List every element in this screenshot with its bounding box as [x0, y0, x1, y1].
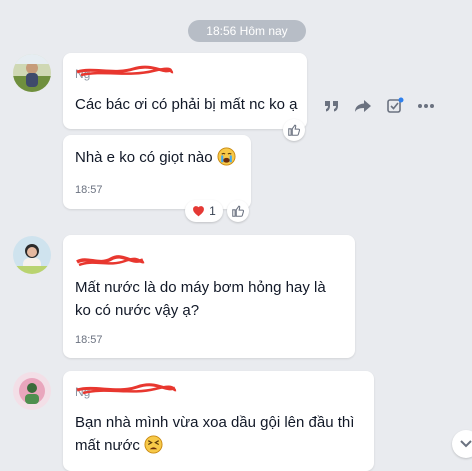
- message-time: 18:57: [75, 184, 103, 196]
- like-button[interactable]: [227, 200, 249, 222]
- message-time: 18:57: [75, 334, 103, 346]
- message-text-content: Nhà e ko có giọt nào: [75, 149, 213, 166]
- message-text-line-2: ko có nước vậy ạ?: [75, 302, 200, 319]
- message-toolbar: [322, 94, 436, 118]
- message-text-line-1: Bạn nhà mình vừa xoa dầu gội lên đầu thì: [75, 414, 355, 431]
- avatar-user-3[interactable]: [13, 372, 51, 410]
- message-text-content: mất nước: [75, 437, 140, 454]
- forward-button[interactable]: [353, 96, 373, 116]
- more-button[interactable]: [416, 96, 436, 116]
- message-bubble-3[interactable]: Mất nước là do máy bơm hỏng hay là ko có…: [63, 235, 355, 358]
- message-text-line-1: Mất nước là do máy bơm hỏng hay là: [75, 279, 326, 296]
- select-icon: [386, 97, 404, 113]
- heart-icon: [193, 206, 205, 217]
- thumbs-up-icon: [232, 205, 245, 217]
- quote-button[interactable]: [322, 96, 342, 116]
- redaction-scribble: [76, 383, 177, 395]
- message-text-line-2: mất nước: [75, 434, 163, 461]
- avatar-user-2[interactable]: [13, 236, 51, 274]
- message-bubble-4[interactable]: Ng Bạn nhà mình vừa xoa dầu gội lên đầu …: [63, 371, 374, 471]
- more-icon: [417, 104, 434, 108]
- scroll-down-button[interactable]: [452, 430, 472, 458]
- message-bubble-1[interactable]: Ng Các bác ơi có phải bị mất nc ko ạ: [63, 53, 307, 129]
- message-text: Các bác ơi có phải bị mất nc ko ạ: [75, 96, 298, 113]
- like-button[interactable]: [283, 119, 305, 141]
- select-button[interactable]: [385, 96, 405, 116]
- tired-face-emoji: [144, 435, 163, 461]
- crying-face-emoji: [217, 147, 236, 173]
- message-text: Nhà e ko có giọt nào: [75, 146, 236, 173]
- forward-icon: [355, 100, 372, 112]
- avatar-user-1[interactable]: [13, 54, 51, 92]
- thumbs-up-icon: [288, 124, 301, 136]
- reaction-chip[interactable]: 1: [185, 200, 223, 222]
- date-separator: 18:56 Hôm nay: [188, 20, 306, 42]
- reaction-count: 1: [209, 204, 216, 218]
- redaction-scribble: [76, 65, 174, 77]
- chevron-down-icon: [460, 440, 472, 448]
- message-bubble-2[interactable]: Nhà e ko có giọt nào 18:57: [63, 135, 251, 209]
- quote-icon: [325, 101, 338, 112]
- redaction-scribble: [76, 255, 145, 267]
